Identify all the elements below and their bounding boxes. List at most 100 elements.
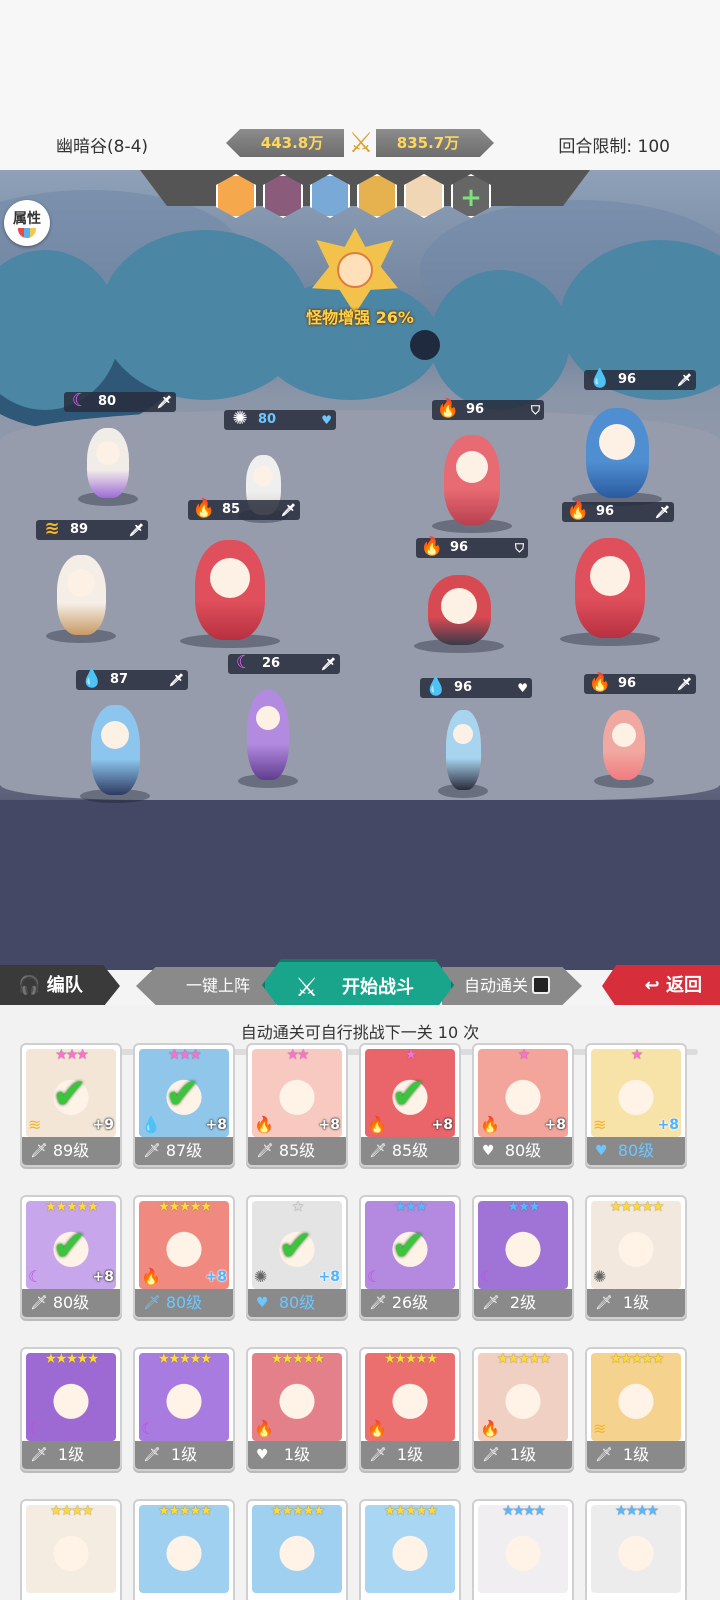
fire-icon: 🔥 [420,536,444,557]
hero-card[interactable]: ★★★★★ ☾ 🗡 1级 [133,1347,235,1471]
upgrade-plus: +8 [318,1269,340,1285]
auto-clear-checkbox[interactable] [532,976,551,994]
unit-level-tag: 💧 96 ♥ [420,676,532,698]
ally-unit[interactable] [180,540,280,650]
return-arrow-icon: ↩ [644,975,660,996]
star-rating: ★★★★★ [609,1351,665,1367]
hero-level-bar: 🗡 1级 [587,1289,685,1317]
ally-unit[interactable] [238,690,298,790]
hero-card[interactable]: ★★★★★ ☾ 🗡 1级 [20,1347,122,1471]
hero-level-bar: 🗡 1级 [361,1441,459,1469]
hero-level-bar: 🗡 85级 [361,1137,459,1165]
back-button[interactable]: ↩ 返回 [602,965,720,1007]
unit-level: 96 [618,676,637,691]
sword-icon: 🗡 [595,1295,613,1311]
attribute-button[interactable]: 属性 [4,200,50,246]
team-button-label: 编队 [46,975,83,996]
unit-level-tag: ☾ 26 🗡 [228,652,340,674]
unit-face [612,722,636,747]
unit-face [599,424,635,461]
unit-face [210,558,250,598]
hero-card[interactable]: ★★★ ☾ 🗡 2级 [472,1195,574,1319]
hero-card[interactable]: ★★★★★ ✺ 🗡 1级 [585,1195,687,1319]
hero-card[interactable]: ★★★ ✔ ≋ +9 🗡 89级 [20,1043,122,1167]
deployed-check-icon: ✔ [391,1221,427,1270]
hero-card[interactable]: ★★★★ [20,1499,122,1600]
sun-icon: ✺ [232,408,248,429]
stage-name: 幽暗谷(8-4) [56,137,149,157]
hero-card[interactable]: ★★ 🔥 +8 🗡 85级 [246,1043,348,1167]
header: 幽暗谷(8-4) 443.8万 ⚔ 835.7万 回合限制: 100 [0,0,720,170]
start-battle-button[interactable]: ⚔ 开始战斗 [262,959,454,1011]
hero-level: 80级 [504,1141,542,1160]
hero-level: 1级 [57,1445,85,1464]
enemy-unit[interactable] [414,575,504,655]
enemy-unit[interactable] [594,710,654,790]
enemy-unit[interactable] [438,710,488,800]
auto-clear-info: 自动通关可自行挑战下一关 10 次 [240,1023,480,1042]
hero-card[interactable]: ★★★★★ 🔥 +8 🗡 80级 [133,1195,235,1319]
upgrade-plus: +8 [318,1117,340,1133]
auto-deploy-button[interactable]: 一键上阵 [136,967,276,1005]
star-rating: ★★★ [394,1199,428,1215]
upgrade-plus: +8 [92,1269,114,1285]
hero-card[interactable]: ★ ✔ 🔥 +8 🗡 85级 [359,1043,461,1167]
start-battle-label: 开始战斗 [342,977,414,998]
unit-level: 96 [466,402,485,417]
hero-card[interactable]: ★★★★★ ✔ ☾ +8 🗡 80级 [20,1195,122,1319]
wind-icon: ≋ [44,518,60,539]
hero-card[interactable]: ★★★★★ 🔥 🗡 1级 [472,1347,574,1471]
hero-level: 1级 [509,1445,537,1464]
star-rating: ★★★★★ [157,1199,213,1215]
enemy-unit[interactable] [572,408,662,508]
ally-unit[interactable] [80,705,150,805]
hero-card[interactable]: ★★★★★ [359,1499,461,1600]
hero-level: 2级 [509,1293,537,1312]
enemy-unit[interactable] [560,538,660,648]
unit-face [441,587,477,624]
unit-level: 80 [98,394,117,409]
hero-level: 87级 [165,1141,203,1160]
unit-sprite [445,710,481,790]
wind-icon: ≋ [28,1115,42,1134]
fire-icon: 🔥 [367,1115,387,1134]
hero-card[interactable]: ★★★★★ [133,1499,235,1600]
ally-unit[interactable] [46,555,116,645]
hero-card[interactable]: ★★★★★ 🔥 ♥ 1级 [246,1347,348,1471]
hero-card[interactable]: ★★★ ✔ ☾ 🗡 26级 [359,1195,461,1319]
ally-unit[interactable] [78,428,138,508]
unit-face [253,465,273,486]
star-rating: ★★★★★ [44,1199,100,1215]
star-rating: ★★★★★ [44,1351,100,1367]
dark-orb [410,330,440,360]
unit-sprite [247,690,289,780]
hero-card[interactable]: ★★★★ [472,1499,574,1600]
hero-card[interactable]: ★★★★★ ≋ 🗡 1级 [585,1347,687,1471]
moon-icon: ☾ [28,1419,43,1438]
hero-card[interactable]: ★ ≋ +8 ♥ 80级 [585,1043,687,1167]
hero-card[interactable]: ★★★★ [585,1499,687,1600]
hero-level: 80级 [617,1141,655,1160]
hero-card[interactable]: ★★★ ✔ 💧 +8 🗡 87级 [133,1043,235,1167]
hero-card[interactable]: ★ ✔ ✺ +8 ♥ 80级 [246,1195,348,1319]
back-button-label: 返回 [666,975,702,996]
hero-level-bar: 🗡 87级 [135,1137,233,1165]
team-button[interactable]: 🎧 编队 [0,965,120,1007]
deployed-check-icon: ✔ [52,1221,88,1270]
sword-icon: 🗡 [595,1447,613,1463]
sword-icon: 🗡 [143,1143,161,1159]
enemy-unit[interactable] [432,435,512,535]
battlefield: + 属性 怪物增强 26% ☾ 80 🗡 ✺ 80 ♥ ≋ 89 🗡 🔥 85 🗡 💧 87 🗡 ☾ 26 🗡 🔥 9… [0,170,720,970]
star-rating: ★ [404,1047,418,1063]
star-rating: ★★★★★ [270,1351,326,1367]
fire-icon: 🔥 [141,1267,161,1286]
hero-card[interactable]: ★★★★★ 🔥 🗡 1级 [359,1347,461,1471]
star-rating: ★★★★ [49,1503,94,1519]
headset-icon: 🎧 [18,975,41,996]
hero-card[interactable]: ★★★★★ [246,1499,348,1600]
auto-clear-toggle[interactable]: 自动通关 [442,967,582,1005]
attribute-icon [18,228,36,238]
unit-level: 89 [70,522,89,537]
hero-card[interactable]: ★ 🔥 +8 ♥ 80级 [472,1043,574,1167]
star-rating: ★★ [286,1047,309,1063]
